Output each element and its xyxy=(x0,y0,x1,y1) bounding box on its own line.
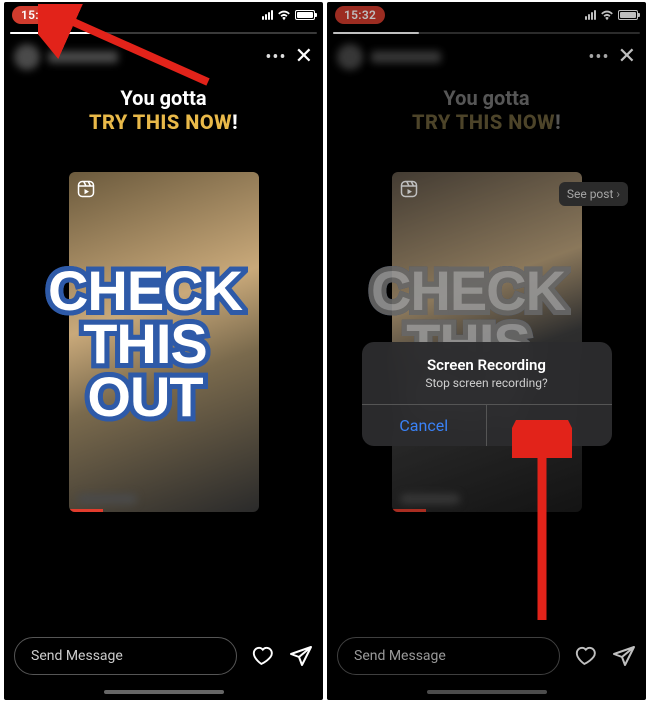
cellular-signal-icon xyxy=(262,10,273,20)
like-icon[interactable] xyxy=(251,644,275,668)
story-sticker-text: CHECK THIS OUT xyxy=(10,264,280,424)
reel-caption-blurred xyxy=(77,494,137,504)
wifi-icon xyxy=(277,9,291,21)
story-progress-bar xyxy=(10,32,317,34)
screen-recording-alert: Screen Recording Stop screen recording? … xyxy=(362,342,612,446)
share-icon[interactable] xyxy=(289,644,313,668)
alert-cancel-button[interactable]: Cancel xyxy=(362,405,487,446)
alert-title: Screen Recording xyxy=(362,342,612,376)
more-options-icon[interactable]: ••• xyxy=(265,47,286,68)
headline-line1: You gotta xyxy=(4,86,323,110)
author-username[interactable] xyxy=(48,51,118,63)
story-headline: You gotta TRY THIS NOW! xyxy=(4,86,323,134)
home-indicator xyxy=(104,690,224,694)
headline-exclaim: ! xyxy=(232,110,238,134)
status-bar: 15:32 xyxy=(4,2,323,28)
status-icons xyxy=(262,9,315,21)
phone-screenshot-right: 15:32 ••• ✕ You gotta TRY THIS NOW! xyxy=(327,2,646,700)
reels-icon xyxy=(77,180,95,198)
close-icon[interactable]: ✕ xyxy=(295,46,313,68)
alert-stop-button[interactable]: Stop xyxy=(486,405,612,446)
recording-indicator-pill[interactable]: 15:32 xyxy=(12,6,62,24)
battery-icon xyxy=(295,10,315,20)
send-message-input[interactable]: Send Message xyxy=(14,637,237,675)
author-avatar[interactable] xyxy=(14,44,40,70)
story-header: ••• ✕ xyxy=(4,40,323,74)
phone-screenshot-left: 15:32 ••• ✕ You gotta TRY THIS NOW! xyxy=(4,2,323,700)
send-message-placeholder: Send Message xyxy=(31,648,123,664)
reply-bar: Send Message xyxy=(14,636,313,676)
reel-progress xyxy=(69,509,103,512)
headline-line2: TRY THIS NOW xyxy=(89,110,232,134)
alert-message: Stop screen recording? xyxy=(362,376,612,404)
